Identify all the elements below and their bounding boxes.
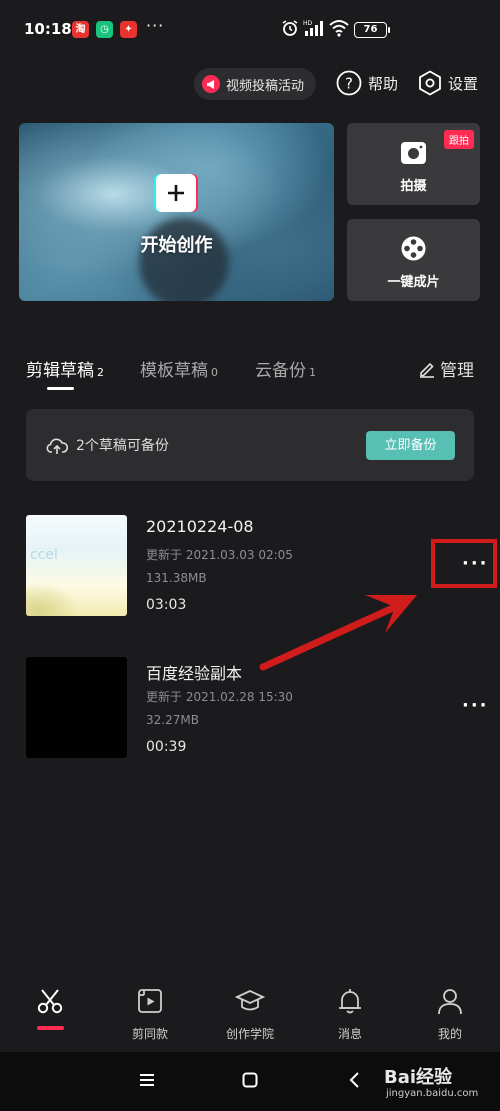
tab-count: 1 <box>309 366 316 379</box>
status-time: 10:18 <box>24 20 72 38</box>
annotation-arrow-icon <box>259 595 417 671</box>
draft-duration: 00:39 <box>146 739 187 755</box>
annotation-highlight-box <box>431 539 497 588</box>
draft-title[interactable]: 百度经验副本 <box>146 660 242 684</box>
graduation-cap-icon <box>234 990 266 1011</box>
draft-thumbnail[interactable] <box>26 657 127 758</box>
draft-updated: 更新于 2021.03.03 02:05 <box>146 548 293 562</box>
video-submission-button[interactable]: 视频投稿活动 <box>194 68 316 100</box>
thumbnail-text: ccel <box>30 547 58 563</box>
svg-text:?: ? <box>345 75 353 93</box>
tab-count: 0 <box>211 366 218 379</box>
tab-template-drafts[interactable]: 模板草稿 0 <box>140 356 218 381</box>
nav-edit[interactable] <box>10 987 90 1025</box>
backup-message: 2个草稿可备份 <box>76 438 169 454</box>
shoot-button[interactable]: 跟拍 拍摄 <box>347 123 480 205</box>
backup-banner: 2个草稿可备份 立即备份 <box>26 409 474 481</box>
tab-label: 剪辑草稿 <box>26 361 94 381</box>
help-label: 帮助 <box>368 74 399 93</box>
alarm-clock-icon <box>282 20 298 36</box>
active-tab-indicator <box>47 387 74 390</box>
settings-button[interactable]: 设置 <box>418 70 478 96</box>
megaphone-icon <box>202 75 220 93</box>
shoot-label: 拍摄 <box>400 179 427 194</box>
nav-label: 我的 <box>437 1027 462 1041</box>
scissors-icon <box>37 989 63 1014</box>
tab-label: 云备份 <box>255 361 306 381</box>
baidu-watermark: Bai经验 <box>384 1067 453 1088</box>
settings-hexagon-icon <box>419 70 441 96</box>
user-icon <box>438 989 462 1015</box>
nav-messages[interactable]: 消息 <box>310 987 390 1042</box>
help-icon: ? <box>336 70 362 96</box>
draft-thumbnail[interactable]: ccel <box>26 515 127 616</box>
svg-text:HD: HD <box>303 20 313 27</box>
nav-label: 剪同款 <box>131 1027 168 1041</box>
more-notifications-icon: ··· <box>146 16 165 35</box>
manage-label: 管理 <box>440 361 474 381</box>
video-template-icon <box>138 989 162 1013</box>
settings-label: 设置 <box>448 74 479 93</box>
signal-icon: HD <box>303 20 323 36</box>
shop-app-icon: ✦ <box>120 21 137 38</box>
draft-more-button[interactable]: ··· <box>462 695 489 716</box>
cloud-upload-icon <box>46 438 68 454</box>
watermark-url: jingyan.baidu.com <box>386 1088 479 1099</box>
help-button[interactable]: ? 帮助 <box>336 70 398 96</box>
one-click-film-label: 一键成片 <box>387 275 440 290</box>
back-icon[interactable] <box>348 1072 360 1088</box>
one-click-film-button[interactable]: 一键成片 <box>347 219 480 301</box>
draft-title[interactable]: 20210224-08 <box>146 517 254 536</box>
bell-icon <box>339 989 361 1014</box>
draft-duration: 03:03 <box>146 597 187 613</box>
camera-icon <box>401 142 426 164</box>
tab-cloud-backup[interactable]: 云备份 1 <box>255 356 316 381</box>
draft-size: 131.38MB <box>146 571 207 585</box>
nav-active-indicator <box>37 1026 64 1030</box>
home-icon[interactable] <box>242 1072 258 1088</box>
nav-templates[interactable]: 剪同款 <box>110 987 190 1042</box>
edit-pencil-icon <box>420 362 434 378</box>
film-reel-icon <box>401 236 426 261</box>
plus-icon <box>156 174 196 212</box>
tab-label: 模板草稿 <box>140 361 208 381</box>
menu-icon[interactable] <box>139 1073 155 1087</box>
nav-label: 消息 <box>337 1027 362 1041</box>
start-creating-label: 开始创作 <box>140 235 213 256</box>
follow-shoot-badge: 跟拍 <box>444 130 474 149</box>
nav-academy[interactable]: 创作学院 <box>210 987 290 1042</box>
wifi-icon <box>329 20 349 37</box>
manage-button[interactable]: 管理 <box>418 356 474 381</box>
draft-size: 32.27MB <box>146 713 199 727</box>
promo-label: 视频投稿活动 <box>226 78 305 94</box>
taobao-app-icon: 淘 <box>72 21 89 38</box>
tab-count: 2 <box>97 366 104 379</box>
thumbnail-image <box>26 576 86 616</box>
nav-profile[interactable]: 我的 <box>410 987 490 1042</box>
start-creating-card[interactable]: 开始创作 <box>19 123 334 301</box>
tab-edit-drafts[interactable]: 剪辑草稿 2 <box>26 356 104 381</box>
draft-updated: 更新于 2021.02.28 15:30 <box>146 690 293 704</box>
battery-indicator: 76 <box>354 22 390 38</box>
nav-label: 创作学院 <box>225 1027 274 1041</box>
alarm-app-icon: ◷ <box>96 21 113 38</box>
backup-now-button[interactable]: 立即备份 <box>366 431 455 460</box>
